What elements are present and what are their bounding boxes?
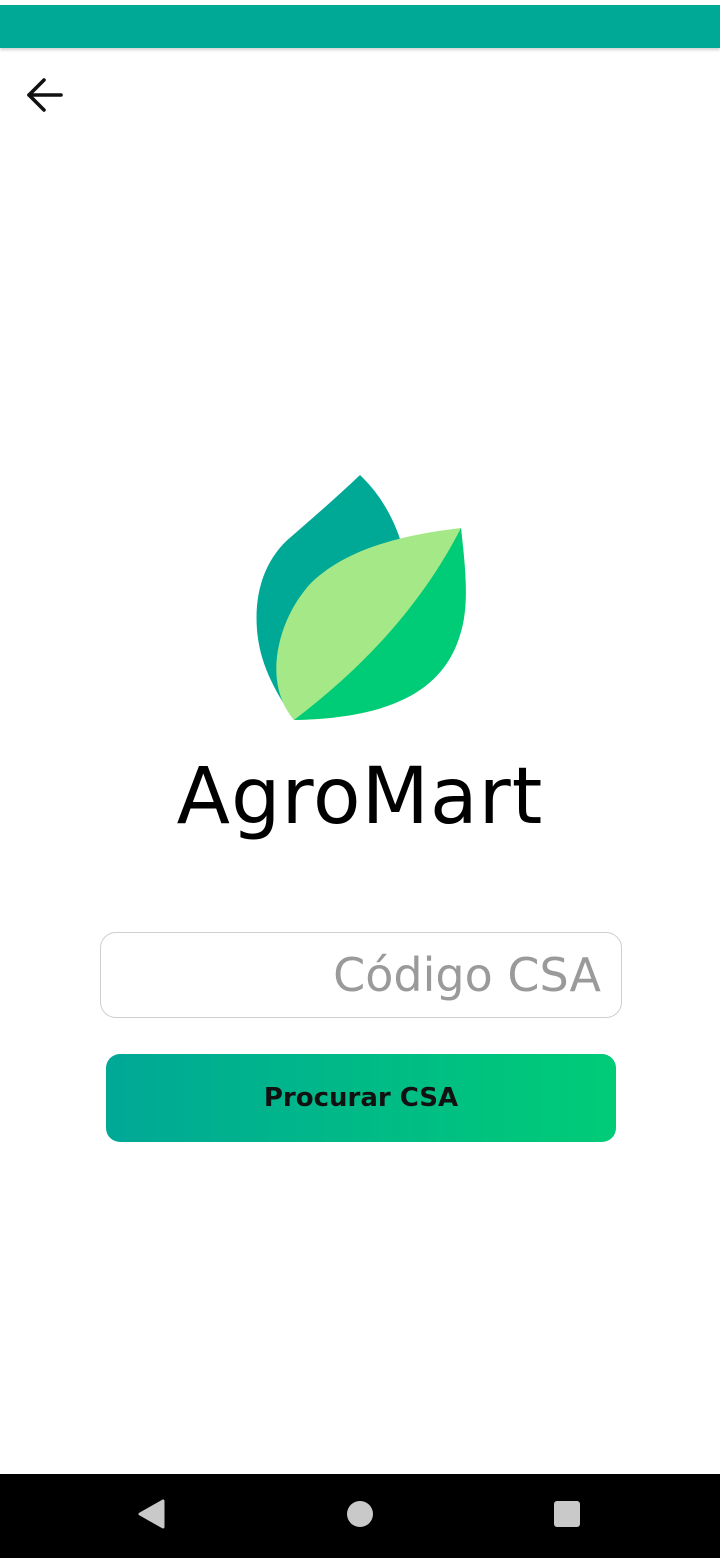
csa-code-input[interactable] bbox=[100, 932, 622, 1018]
nav-home-circle-icon bbox=[346, 1500, 374, 1533]
leaf-logo-icon bbox=[250, 470, 475, 725]
back-button[interactable] bbox=[18, 72, 72, 122]
app-bar bbox=[0, 5, 720, 48]
screen: AgroMart Procurar CSA bbox=[0, 0, 720, 1558]
system-nav-bar bbox=[0, 1474, 720, 1558]
nav-back-triangle-icon bbox=[136, 1498, 166, 1535]
search-csa-button-label: Procurar CSA bbox=[263, 1083, 459, 1113]
system-back-button[interactable] bbox=[106, 1474, 196, 1558]
nav-recents-square-icon bbox=[553, 1500, 581, 1533]
brand-name: AgroMart bbox=[176, 752, 544, 842]
arrow-left-icon bbox=[25, 75, 65, 120]
system-recents-button[interactable] bbox=[522, 1474, 612, 1558]
search-csa-button[interactable]: Procurar CSA bbox=[106, 1054, 616, 1142]
system-home-button[interactable] bbox=[315, 1474, 405, 1558]
